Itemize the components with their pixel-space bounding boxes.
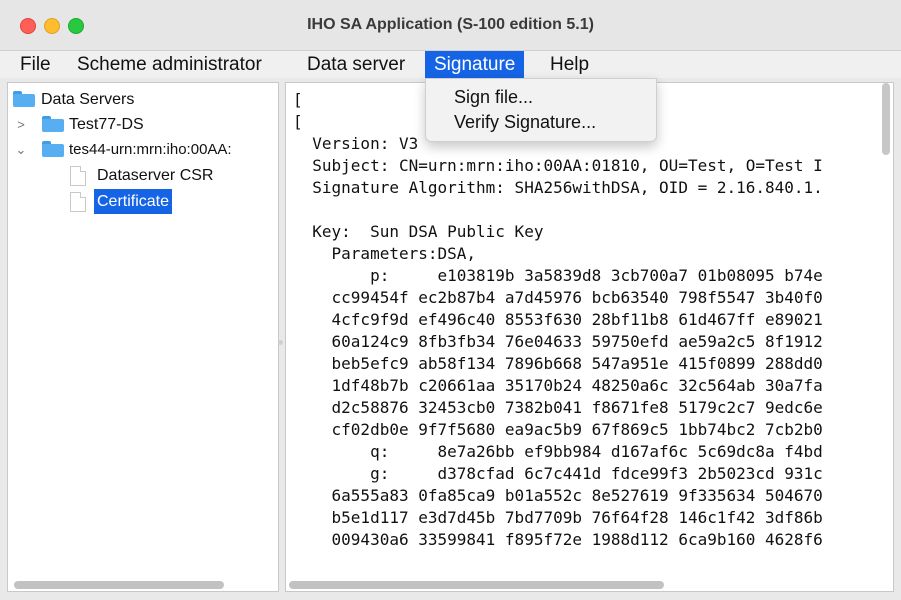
- folder-icon: [42, 141, 64, 157]
- tree-leaf-dataserver-csr[interactable]: Dataserver CSR: [11, 163, 271, 188]
- scrollbar-thumb[interactable]: [14, 581, 224, 589]
- signature-menu-dropdown: Sign file... Verify Signature...: [425, 78, 657, 142]
- window-title: IHO SA Application (S-100 edition 5.1): [307, 16, 594, 33]
- menu-item-sign-file[interactable]: Sign file...: [454, 85, 533, 109]
- menu-bar: File Scheme administrator Data server Si…: [0, 51, 901, 78]
- tree-pane: Data Servers > Test77-DS ⌄ tes44-urn:mrn…: [7, 82, 279, 592]
- folder-icon: [13, 91, 35, 107]
- split-divider-handle[interactable]: [278, 340, 283, 345]
- menu-signature[interactable]: Signature: [425, 51, 525, 78]
- tree-node-label: tes44-urn:mrn:iho:00AA:: [69, 141, 232, 158]
- tree-horizontal-scrollbar[interactable]: [8, 581, 278, 591]
- tree-node-tes44[interactable]: ⌄ tes44-urn:mrn:iho:00AA:: [11, 137, 278, 162]
- document-icon: [70, 192, 86, 212]
- details-vertical-scrollbar[interactable]: [882, 83, 890, 155]
- details-pane: [ [ Version: V3 Subject: CN=urn:mrn:iho:…: [285, 82, 894, 592]
- document-icon: [70, 166, 86, 186]
- tree-node-test77[interactable]: > Test77-DS: [11, 112, 271, 137]
- menu-help[interactable]: Help: [541, 51, 598, 78]
- menu-item-verify-signature[interactable]: Verify Signature...: [454, 110, 596, 134]
- menu-scheme-administrator[interactable]: Scheme administrator: [68, 51, 271, 78]
- title-bar: IHO SA Application (S-100 edition 5.1): [0, 0, 901, 51]
- certificate-details-text: [ [ Version: V3 Subject: CN=urn:mrn:iho:…: [293, 90, 823, 549]
- tree-leaf-label: Certificate: [94, 189, 173, 214]
- tree-leaf-certificate[interactable]: Certificate: [11, 189, 271, 214]
- folder-icon: [42, 116, 64, 132]
- details-horizontal-scrollbar[interactable]: [286, 581, 893, 591]
- tree-node-label: Test77-DS: [69, 116, 144, 133]
- scrollbar-thumb[interactable]: [289, 581, 664, 589]
- tree-root-label: Data Servers: [41, 91, 135, 108]
- tree-leaf-label: Dataserver CSR: [97, 167, 214, 184]
- chevron-down-icon[interactable]: ⌄: [15, 137, 27, 162]
- menu-file[interactable]: File: [11, 51, 60, 78]
- chevron-right-icon[interactable]: >: [15, 112, 27, 137]
- menu-data-server[interactable]: Data server: [298, 51, 414, 78]
- tree-root[interactable]: Data Servers: [11, 87, 271, 112]
